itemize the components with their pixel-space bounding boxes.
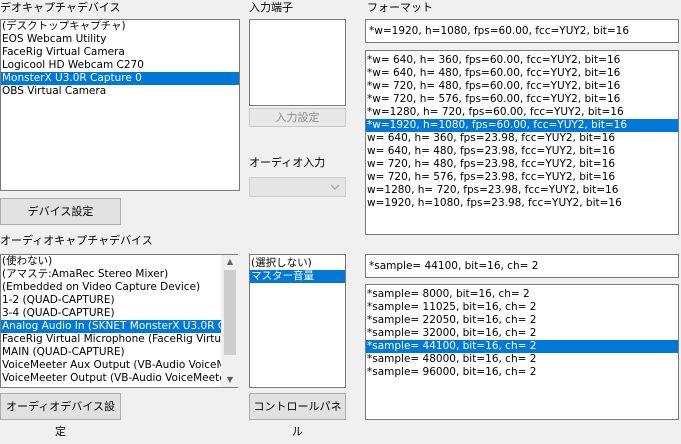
scroll-thumb[interactable]: [224, 270, 236, 355]
list-item[interactable]: *w= 720, h= 576, fps=60.00, fcc=YUY2, bi…: [366, 93, 678, 106]
list-item[interactable]: MAIN (QUAD-CAPTURE): [1, 346, 237, 359]
list-item[interactable]: *w= 640, h= 360, fps=60.00, fcc=YUY2, bi…: [366, 54, 678, 67]
list-item[interactable]: 3-4 (QUAD-CAPTURE): [1, 307, 237, 320]
list-item[interactable]: *sample= 32000, bit=16, ch= 2: [366, 327, 678, 340]
list-item[interactable]: w= 720, h= 480, fps=23.98, fcc=YUY2, bit…: [366, 158, 678, 171]
list-item[interactable]: *w= 720, h= 480, fps=60.00, fcc=YUY2, bi…: [366, 80, 678, 93]
list-item[interactable]: (アマステ:AmaRec Stereo Mixer): [1, 268, 237, 281]
audio-input-combo[interactable]: [249, 177, 346, 197]
scroll-up-icon[interactable]: ▲: [222, 255, 238, 269]
video-device-list[interactable]: (デスクトップキャプチャ) EOS Webcam Utility FaceRig V…: [0, 19, 240, 191]
input-settings-button[interactable]: 入力設定: [249, 108, 346, 127]
list-item[interactable]: MonsterX U3.0R Capture 0: [1, 72, 239, 85]
list-item[interactable]: (デスクトップキャプチャ): [1, 20, 239, 33]
format-current-field[interactable]: *w=1920, h=1080, fps=60.00, fcc=YUY2, bi…: [365, 19, 679, 43]
list-item[interactable]: (Embedded on Video Capture Device): [1, 281, 237, 294]
audio-device-list[interactable]: (使わない) (アマステ:AmaRec Stereo Mixer) (Embedde…: [0, 254, 238, 388]
list-item[interactable]: w= 640, h= 480, fps=23.98, fcc=YUY2, bit…: [366, 145, 678, 158]
format-list[interactable]: *w= 640, h= 360, fps=60.00, fcc=YUY2, bi…: [365, 50, 679, 235]
audio-input-label: オーディオ入力: [249, 156, 326, 169]
audio-format-list[interactable]: *sample= 8000, bit=16, ch= 2 *sample= 110…: [365, 284, 679, 420]
list-item[interactable]: *w= 640, h= 480, fps=60.00, fcc=YUY2, bi…: [366, 67, 678, 80]
input-terminal-label: 入力端子: [249, 1, 293, 14]
list-item[interactable]: 1-2 (QUAD-CAPTURE): [1, 294, 237, 307]
list-item[interactable]: *sample= 22050, bit=16, ch= 2: [366, 314, 678, 327]
list-item[interactable]: *sample= 96000, bit=16, ch= 2: [366, 366, 678, 379]
list-item[interactable]: Logicool HD Webcam C270: [1, 59, 239, 72]
audio-device-scrollbar[interactable]: ▲ ▼: [221, 255, 238, 387]
list-item[interactable]: VoiceMeeter Aux Output (VB-Audio VoiceMe…: [1, 359, 237, 372]
audio-format-current-field[interactable]: *sample= 44100, bit=16, ch= 2: [365, 254, 679, 278]
list-item[interactable]: *sample= 8000, bit=16, ch= 2: [366, 288, 678, 301]
list-item[interactable]: w= 720, h= 576, fps=23.98, fcc=YUY2, bit…: [366, 171, 678, 184]
list-item[interactable]: FaceRig Virtual Microphone (FaceRig Virt…: [1, 333, 237, 346]
audio-device-label: オーディオキャプチャデバイス: [0, 234, 153, 247]
list-item[interactable]: w=1280, h= 720, fps=23.98, fcc=YUY2, bit…: [366, 184, 678, 197]
chevron-down-icon: [331, 184, 339, 190]
list-item[interactable]: (使わない): [1, 255, 237, 268]
audio-device-settings-button[interactable]: オーディオデバイス設定: [0, 393, 121, 438]
list-item[interactable]: w= 640, h= 360, fps=23.98, fcc=YUY2, bit…: [366, 132, 678, 145]
list-item[interactable]: *w=1920, h=1080, fps=60.00, fcc=YUY2, bi…: [366, 119, 678, 132]
input-terminal-list[interactable]: [249, 19, 346, 106]
list-item[interactable]: OBS Virtual Camera: [1, 85, 239, 98]
list-item[interactable]: w=1920, h=1080, fps=23.98, fcc=YUY2, bit…: [366, 197, 678, 210]
audio-channel-list[interactable]: (選択しない) マスター音量: [249, 254, 346, 388]
video-device-label: デオキャプチャデバイス: [0, 1, 121, 14]
control-panel-button[interactable]: コントロールパネル: [249, 393, 346, 438]
list-item[interactable]: *sample= 11025, bit=16, ch= 2: [366, 301, 678, 314]
list-item[interactable]: Analog Audio In (SKNET MonsterX U3.0R Ca…: [1, 320, 237, 333]
list-item[interactable]: VoiceMeeter Output (VB-Audio VoiceMeeter…: [1, 372, 237, 385]
list-item[interactable]: FaceRig Virtual Camera: [1, 46, 239, 59]
list-item[interactable]: EOS Webcam Utility: [1, 33, 239, 46]
format-label: フォーマット: [367, 1, 433, 14]
list-item[interactable]: *sample= 44100, bit=16, ch= 2: [366, 340, 678, 353]
list-item[interactable]: *w=1280, h= 720, fps=60.00, fcc=YUY2, bi…: [366, 106, 678, 119]
list-item[interactable]: *sample= 48000, bit=16, ch= 2: [366, 353, 678, 366]
list-item[interactable]: マスター音量: [250, 270, 345, 283]
device-settings-button[interactable]: デバイス設定: [0, 198, 121, 225]
list-item[interactable]: (選択しない): [250, 257, 345, 270]
scroll-down-icon[interactable]: ▼: [222, 373, 238, 387]
